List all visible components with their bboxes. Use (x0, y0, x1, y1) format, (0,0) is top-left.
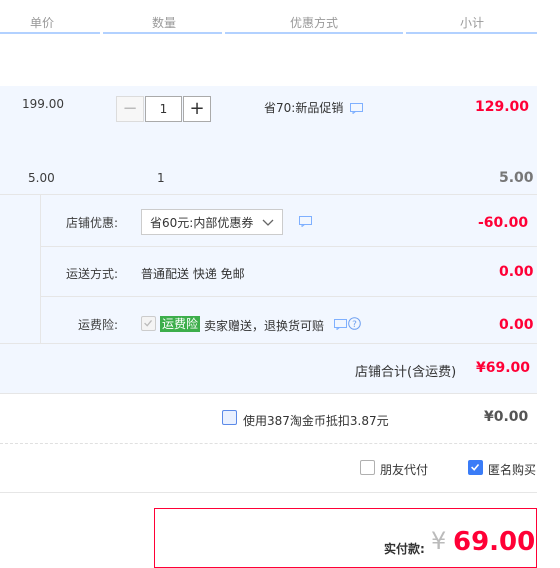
quantity-increase-button[interactable]: + (183, 96, 211, 122)
chevron-down-icon (262, 219, 274, 226)
insurance-badge: 运费险 (160, 316, 201, 332)
coins-amount: ¥0.00 (484, 409, 529, 425)
payment-amount: 69.00 (453, 527, 536, 557)
divider (0, 343, 537, 344)
header-subtotal: 小计 (460, 16, 485, 30)
insurance-checkbox[interactable] (141, 316, 156, 331)
header-discount: 优惠方式 (290, 16, 339, 30)
insurance-text: 卖家赠送，退换货可赔 (204, 319, 325, 333)
currency-symbol: ¥ (431, 527, 447, 555)
chat-icon[interactable] (299, 216, 312, 227)
svg-text:?: ? (352, 320, 357, 330)
coins-checkbox[interactable] (222, 410, 237, 425)
item2-subtotal: 5.00 (499, 170, 534, 186)
header-quantity: 数量 (152, 16, 177, 30)
item2-unit-price: 5.00 (28, 171, 55, 185)
quantity-decrease-button[interactable]: − (116, 96, 144, 122)
minus-icon: − (122, 98, 138, 119)
divider (0, 393, 537, 394)
anonymous-checkbox[interactable] (468, 460, 483, 475)
left-spacer (0, 195, 41, 343)
payment-label: 实付款: (384, 542, 425, 556)
shop-discount-amount: -60.00 (478, 215, 529, 231)
shipping-amount: 0.00 (499, 264, 534, 280)
divider (0, 443, 537, 444)
plus-icon: + (189, 98, 205, 119)
shop-total-label: 店铺合计(含运费) (355, 365, 457, 380)
check-icon (471, 463, 480, 471)
insurance-amount: 0.00 (499, 317, 534, 333)
chat-icon[interactable] (334, 319, 347, 330)
anonymous-label: 匿名购买 (488, 463, 537, 477)
header-divider (0, 32, 537, 34)
friend-pay-label: 朋友代付 (380, 463, 429, 477)
friend-pay-checkbox[interactable] (360, 460, 375, 475)
item1-promotion: 省70:新品促销 (264, 101, 344, 115)
insurance-label: 运费险: (78, 318, 119, 332)
shop-total-amount: ¥69.00 (476, 360, 531, 376)
item1-unit-price: 199.00 (22, 97, 64, 111)
shop-discount-label: 店铺优惠: (66, 216, 119, 230)
table-header: 单价 数量 优惠方式 小计 (0, 0, 537, 34)
header-unit-price: 单价 (30, 16, 55, 30)
help-icon[interactable]: ? (348, 317, 361, 330)
payment-summary: 实付款: ¥ 69.00 (154, 508, 537, 568)
coupon-select-value: 省60元:内部优惠券 (150, 215, 254, 230)
coupon-select[interactable]: 省60元:内部优惠券 (141, 209, 283, 235)
item1-subtotal: 129.00 (475, 99, 530, 115)
shipping-label: 运送方式: (66, 267, 119, 281)
divider (41, 296, 537, 297)
divider (0, 492, 537, 493)
shipping-method: 普通配送 快递 免邮 (141, 267, 245, 281)
divider (41, 246, 537, 247)
quantity-input[interactable]: 1 (145, 96, 182, 122)
chat-icon[interactable] (350, 103, 363, 114)
item2-quantity: 1 (157, 171, 165, 185)
check-icon (144, 320, 153, 327)
coins-text: 使用387淘金币抵扣3.87元 (243, 414, 389, 428)
